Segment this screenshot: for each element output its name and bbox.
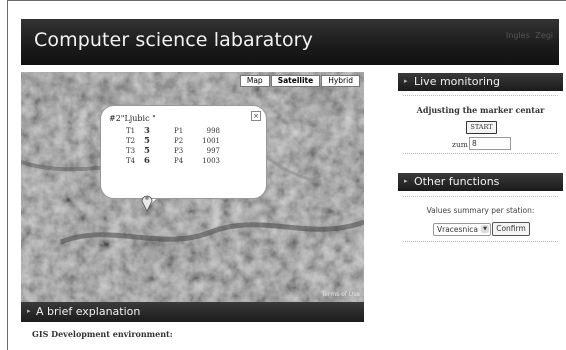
brief-explanation-title: A brief explanation bbox=[36, 305, 141, 318]
map-type-map-button[interactable]: Map bbox=[239, 75, 270, 87]
station-select-value: Vracesnica bbox=[437, 225, 479, 234]
lang-link-1[interactable]: Ingles bbox=[506, 31, 530, 40]
other-functions-title: Other functions bbox=[414, 175, 500, 188]
p-value: 1001 bbox=[202, 137, 220, 145]
reading-row: T2 5 P2 1001 bbox=[126, 136, 220, 146]
divider bbox=[403, 153, 558, 154]
map-type-satellite-button[interactable]: Satellite bbox=[270, 75, 321, 87]
t-value: 5 bbox=[144, 136, 150, 146]
language-links: Ingles Zegi bbox=[503, 31, 553, 40]
t-label: T1 bbox=[126, 127, 136, 135]
t-label: T4 bbox=[126, 157, 136, 165]
p-label: P4 bbox=[174, 157, 184, 165]
station-select[interactable]: Vracesnica ▼ bbox=[433, 223, 491, 236]
satellite-map[interactable]: Map Satellite Hybrid × #2"Ljubic " T1 3 … bbox=[21, 72, 364, 302]
station-title: #2"Ljubic " bbox=[109, 114, 156, 123]
chevron-right-icon: ▸ bbox=[27, 307, 31, 315]
reading-row: T3 5 P3 997 bbox=[126, 146, 220, 156]
other-functions-header: ▸ Other functions bbox=[398, 173, 563, 191]
lang-link-2[interactable]: Zegi bbox=[535, 31, 553, 40]
t-label: T3 bbox=[126, 147, 136, 155]
live-monitoring-header: ▸ Live monitoring bbox=[398, 73, 563, 91]
zoom-input[interactable]: 8 bbox=[469, 137, 511, 150]
divider bbox=[403, 196, 558, 197]
t-label: T2 bbox=[126, 137, 136, 145]
marker-info-window: × #2"Ljubic " T1 3 P1 998 T2 5 P2 1001 T… bbox=[100, 105, 267, 199]
terms-of-use-link[interactable]: Terms of Use bbox=[322, 291, 360, 298]
map-type-hybrid-button[interactable]: Hybrid bbox=[321, 75, 360, 87]
p-value: 1003 bbox=[202, 157, 220, 165]
close-icon[interactable]: × bbox=[251, 111, 261, 121]
divider bbox=[403, 95, 558, 96]
confirm-button[interactable]: Confirm bbox=[492, 222, 530, 236]
t-value: 5 bbox=[144, 146, 150, 156]
chevron-right-icon: ▸ bbox=[404, 77, 408, 85]
zoom-label: zum bbox=[452, 140, 468, 149]
reading-row: T1 3 P1 998 bbox=[126, 126, 220, 136]
reading-row: T4 6 P4 1003 bbox=[126, 156, 220, 166]
p-label: P1 bbox=[174, 127, 184, 135]
start-button[interactable]: START bbox=[466, 121, 497, 134]
t-value: 3 bbox=[144, 126, 150, 136]
p-label: P3 bbox=[174, 147, 184, 155]
brief-explanation-header: ▸ A brief explanation bbox=[21, 302, 364, 322]
values-summary-label: Values summary per station: bbox=[426, 206, 535, 215]
site-header: Computer science labaratory Ingles Zegi bbox=[21, 19, 559, 65]
station-readings: T1 3 P1 998 T2 5 P2 1001 T3 5 P3 997 T4 … bbox=[126, 126, 220, 166]
p-value: 997 bbox=[206, 147, 220, 155]
chevron-right-icon: ▸ bbox=[404, 177, 408, 185]
p-value: 998 bbox=[206, 127, 220, 135]
live-monitoring-title: Live monitoring bbox=[414, 75, 501, 88]
map-type-control: Map Satellite Hybrid bbox=[239, 75, 360, 87]
adjust-marker-label: Adjusting the marker centar bbox=[416, 105, 545, 115]
p-label: P2 bbox=[174, 137, 184, 145]
t-value: 6 bbox=[144, 156, 150, 166]
gis-environment-text: GIS Development environment: bbox=[32, 329, 173, 339]
divider bbox=[403, 241, 558, 242]
site-title: Computer science labaratory bbox=[34, 29, 313, 51]
chevron-down-icon: ▼ bbox=[481, 225, 489, 233]
map-marker-icon[interactable] bbox=[141, 192, 153, 212]
